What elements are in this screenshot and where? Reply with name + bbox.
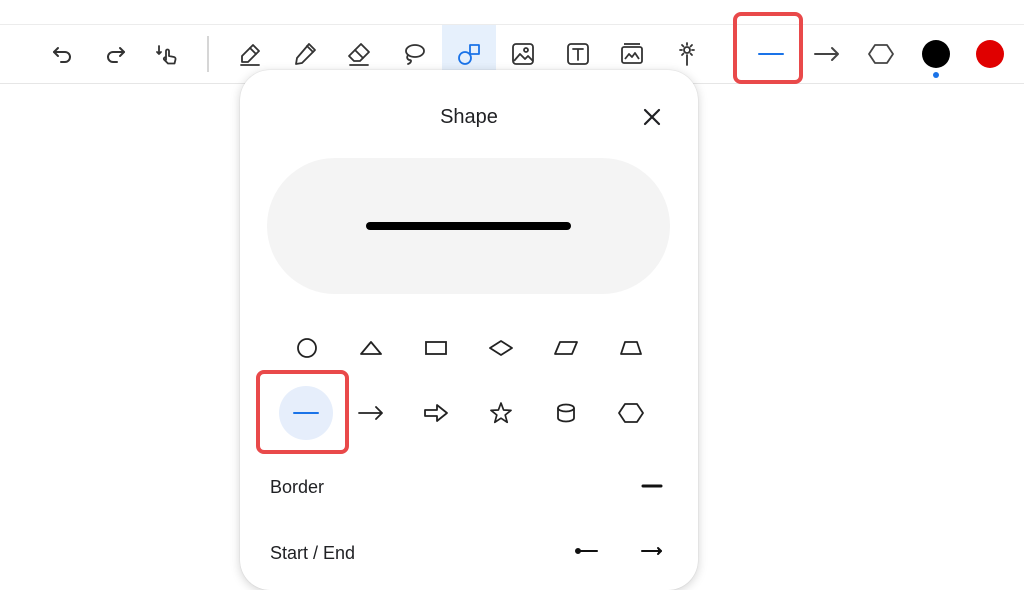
trapezoid-icon [620,341,642,355]
close-button[interactable] [635,100,669,134]
star-icon [490,402,512,424]
shape-star[interactable] [474,386,528,440]
highlight-box-toolbar-line [733,12,803,84]
shapes-icon [458,44,480,65]
line-end-arrow-icon [641,547,662,555]
pencil-icon [295,43,316,65]
touch-select-button[interactable] [141,25,195,83]
arrow-icon [814,47,839,61]
parallelogram-icon [554,341,578,355]
panel-title: Shape [440,106,498,128]
hexagon-icon [868,44,894,64]
highlight-box-panel-line [256,370,349,454]
lasso-icon [405,44,425,65]
touch-select-icon [156,45,177,65]
cylinder-icon [557,403,575,423]
shape-parallelogram[interactable] [539,321,593,375]
shape-preview [267,158,670,294]
arrow-icon [358,406,383,420]
shape-panel: Shape Border Start / End [240,70,698,590]
text-box-icon [567,43,589,65]
redo-button[interactable] [88,25,142,83]
start-end-label: Start / End [270,543,356,563]
laser-pointer-icon [679,42,695,66]
selected-color-indicator [933,72,939,78]
close-icon [643,108,661,126]
border-style-icon [641,484,663,488]
shape-arrow[interactable] [344,386,398,440]
shape-diamond[interactable] [474,321,528,375]
block-arrow-icon [424,404,448,422]
image-icon [512,43,534,65]
undo-icon [53,47,71,63]
shape-circle[interactable] [280,321,334,375]
preview-line [366,222,571,230]
shape-trapezoid[interactable] [604,321,658,375]
shape-block-arrow[interactable] [409,386,463,440]
triangle-icon [360,341,382,355]
line-end-button[interactable] [637,541,667,561]
border-style-button[interactable] [637,476,667,496]
hexagon-shape-button[interactable] [854,25,908,83]
line-start-button[interactable] [572,541,602,561]
eraser-icon [348,43,370,66]
arrow-shape-button[interactable] [800,25,854,83]
shape-cylinder[interactable] [539,386,593,440]
shape-hexagon[interactable] [604,386,658,440]
hexagon-icon [618,403,644,423]
shape-rectangle[interactable] [409,321,463,375]
diamond-icon [489,340,513,356]
shape-triangle[interactable] [344,321,398,375]
border-label: Border [270,477,325,497]
line-start-dot-icon [575,548,598,554]
circle-icon [297,338,317,358]
color-swatch-black[interactable] [922,40,950,68]
toolbar-divider [207,36,209,72]
pen-icon [240,44,260,66]
rectangle-icon [425,341,447,355]
undo-button[interactable] [36,25,90,83]
color-swatch-red[interactable] [976,40,1004,68]
sticker-icon [621,43,643,64]
redo-icon [107,47,125,63]
